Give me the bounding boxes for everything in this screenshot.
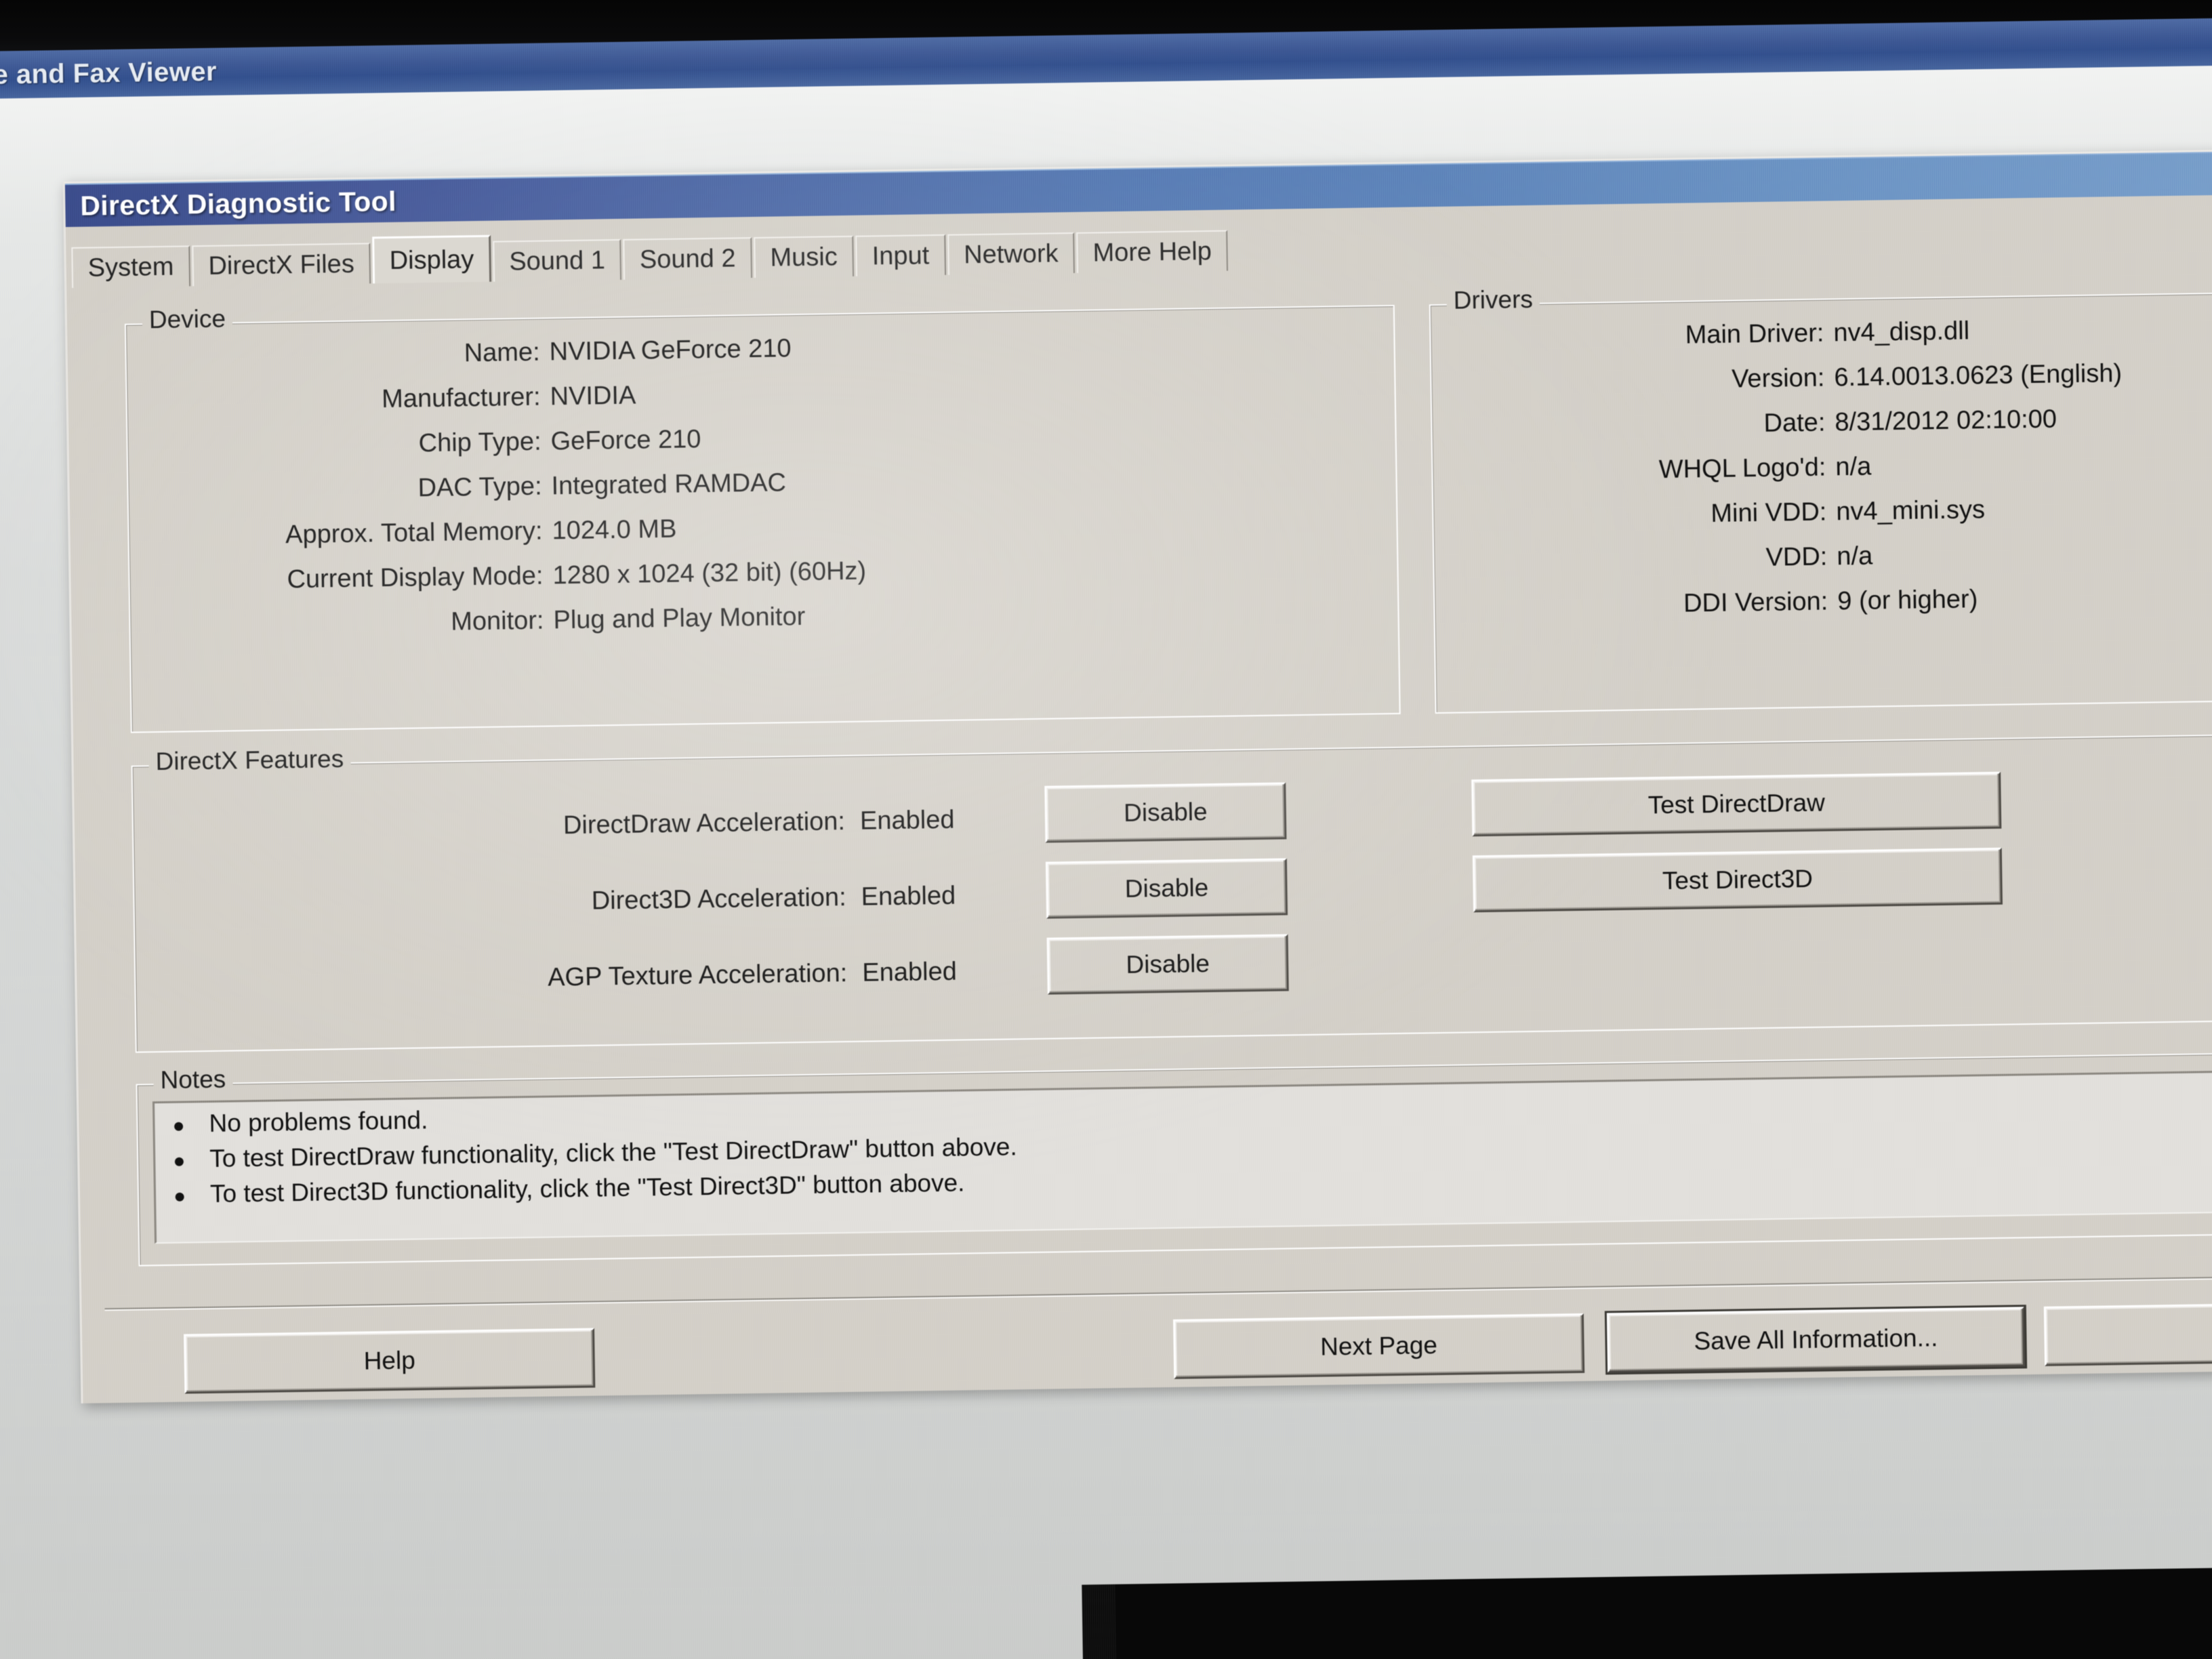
dxdiag-dialog: DirectX Diagnostic Tool System DirectX F… (63, 148, 2212, 1404)
tab-directx-files[interactable]: DirectX Files (192, 243, 371, 286)
button-label: Next Page (1320, 1331, 1437, 1361)
disable-direct3d-button[interactable]: Disable (1046, 858, 1288, 918)
field-label: Version: (1431, 363, 1835, 398)
field-label: Approx. Total Memory: (129, 516, 552, 552)
tab-label: System (87, 252, 173, 283)
background-window-title: cture and Fax Viewer (0, 56, 217, 91)
device-rows: Name: NVIDIA GeForce 210 Manufacturer: N… (126, 325, 1398, 657)
note-text: No problems found. (209, 1106, 428, 1138)
bullet-icon: ● (173, 1186, 210, 1207)
field-value: GeForce 210 (550, 425, 701, 456)
button-label: Disable (1125, 874, 1209, 903)
bullet-icon: ● (173, 1151, 209, 1172)
field-label: Current Display Mode: (129, 561, 553, 596)
disable-agp-texture-button[interactable]: Disable (1047, 934, 1289, 994)
field-label: DAC Type: (128, 472, 552, 507)
tab-label: Input (872, 241, 929, 271)
field-value: n/a (1835, 453, 1871, 483)
field-value: 8/31/2012 02:10:00 (1835, 405, 2057, 437)
field-value: 6.14.0013.0623 (English) (1834, 359, 2122, 392)
disable-directdraw-button[interactable]: Disable (1044, 782, 1286, 842)
help-button[interactable]: Help (184, 1328, 595, 1394)
bullet-icon: ● (172, 1115, 209, 1136)
drivers-group: Drivers Main Driver: nv4_disp.dll Versio… (1429, 291, 2212, 714)
tab-input[interactable]: Input (855, 234, 945, 276)
field-label: Mini VDD: (1433, 497, 1837, 533)
field-value: n/a (1837, 541, 1872, 571)
tab-label: More Help (1092, 237, 1212, 268)
next-page-button[interactable]: Next Page (1173, 1313, 1584, 1379)
tab-label: Sound 1 (509, 246, 605, 276)
field-label: Date: (1432, 408, 1835, 443)
button-label: Test Direct3D (1662, 865, 1814, 895)
notes-listbox[interactable]: ● No problems found. ● To test DirectDra… (152, 1070, 2212, 1244)
field-value: Plug and Play Monitor (553, 602, 805, 636)
tab-display[interactable]: Display (372, 235, 491, 284)
dxdiag-title: DirectX Diagnostic Tool (80, 185, 396, 222)
tab-network[interactable]: Network (947, 232, 1075, 275)
button-label: Help (363, 1347, 415, 1376)
monitor-surface: cture and Fax Viewer DirectX Diagnostic … (0, 18, 2212, 1659)
field-value: 9 (or higher) (1837, 585, 1978, 616)
notes-group: Notes ● No problems found. ● To test Dir… (136, 1052, 2212, 1266)
tab-label: Sound 2 (640, 244, 736, 274)
drivers-rows: Main Driver: nv4_disp.dll Version: 6.14.… (1431, 312, 2212, 638)
feature-label: AGP Texture Acceleration: (136, 958, 863, 998)
button-label: Save All Information... (1694, 1324, 1938, 1355)
field-value: 1280 x 1024 (32 bit) (60Hz) (552, 557, 866, 591)
field-label: WHQL Logo'd: (1433, 453, 1836, 488)
field-label: DDI Version: (1435, 587, 1838, 622)
display-tab-pane: Device Name: NVIDIA GeForce 210 Manufact… (73, 259, 2212, 1403)
field-label: VDD: (1434, 542, 1837, 577)
field-value: NVIDIA (550, 382, 636, 412)
save-all-information-button[interactable]: Save All Information... (1607, 1307, 2025, 1372)
field-label: Manufacturer: (127, 382, 550, 417)
exit-button[interactable]: Exit (2044, 1300, 2212, 1366)
tab-sound-2[interactable]: Sound 2 (623, 237, 752, 280)
tab-label: Network (964, 239, 1059, 270)
screenshot-root: cture and Fax Viewer DirectX Diagnostic … (0, 0, 2212, 1659)
directx-features-group: DirectX Features DirectDraw Acceleration… (131, 733, 2212, 1052)
tab-system[interactable]: System (71, 245, 190, 288)
tab-sound-1[interactable]: Sound 1 (493, 239, 621, 282)
tab-label: Display (389, 245, 474, 276)
button-label: Test DirectDraw (1647, 789, 1825, 820)
field-label: Monitor: (130, 606, 554, 641)
test-direct3d-button[interactable]: Test Direct3D (1473, 848, 2003, 913)
field-label: Chip Type: (127, 427, 551, 462)
field-value: Integrated RAMDAC (551, 468, 786, 501)
field-value: nv4_disp.dll (1833, 316, 1969, 348)
field-value: nv4_mini.sys (1836, 495, 1985, 527)
tab-label: Music (770, 243, 838, 272)
button-label: Disable (1124, 798, 1208, 827)
tab-more-help[interactable]: More Help (1076, 230, 1228, 273)
button-label: Disable (1126, 949, 1210, 979)
test-directdraw-button[interactable]: Test DirectDraw (1471, 772, 2001, 837)
field-value: 1024.0 MB (552, 515, 676, 546)
field-label: Main Driver: (1431, 319, 1834, 354)
field-value: NVIDIA GeForce 210 (549, 334, 792, 367)
tab-label: DirectX Files (208, 249, 354, 281)
field-label: Name: (126, 337, 550, 373)
device-group: Device Name: NVIDIA GeForce 210 Manufact… (125, 305, 1401, 733)
feature-label: DirectDraw Acceleration: (134, 806, 861, 846)
feature-label: Direct3D Acceleration: (134, 882, 861, 922)
tab-music[interactable]: Music (754, 236, 854, 278)
